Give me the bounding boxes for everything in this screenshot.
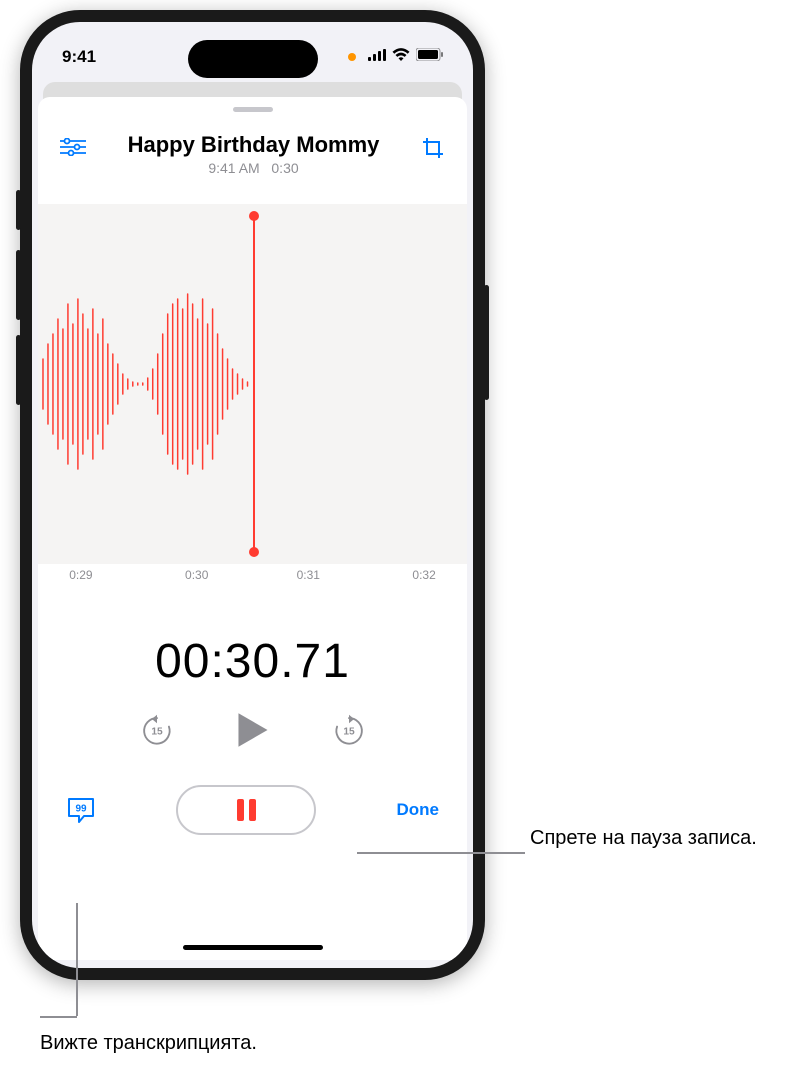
recording-title[interactable]: Happy Birthday Mommy xyxy=(86,132,421,158)
callout-pause: Спрете на пауза записа. xyxy=(530,825,770,852)
svg-text:99: 99 xyxy=(75,804,87,815)
svg-text:15: 15 xyxy=(343,726,355,737)
transcript-icon[interactable]: 99 xyxy=(66,796,96,824)
waveform[interactable] xyxy=(38,204,467,564)
dynamic-island xyxy=(188,40,318,78)
cellular-icon xyxy=(368,48,386,66)
timeline-tick: 0:29 xyxy=(69,568,92,582)
callout-leader-line xyxy=(357,852,525,854)
volume-up-button xyxy=(16,250,21,320)
done-button[interactable]: Done xyxy=(397,800,440,820)
elapsed-timer: 00:30.71 xyxy=(38,634,467,689)
trim-icon[interactable] xyxy=(421,136,445,160)
playhead[interactable] xyxy=(253,216,255,552)
timeline-tick: 0:30 xyxy=(185,568,208,582)
callout-leader-line xyxy=(76,903,78,1016)
volume-down-button xyxy=(16,335,21,405)
pause-icon xyxy=(237,799,256,821)
callout-leader-line xyxy=(40,1016,77,1018)
pause-record-button[interactable] xyxy=(176,785,316,835)
phone-frame: 9:41 xyxy=(20,10,485,980)
drag-handle[interactable] xyxy=(233,107,273,112)
recording-sheet: Happy Birthday Mommy 9:41 AM 0:30 xyxy=(38,97,467,960)
callout-transcript: Вижте транскрипцията. xyxy=(40,1030,440,1057)
play-button[interactable] xyxy=(234,711,272,749)
action-button xyxy=(16,190,21,230)
skip-back-15-button[interactable]: 15 xyxy=(140,713,174,747)
side-button xyxy=(484,285,489,400)
timeline-tick: 0:31 xyxy=(297,568,320,582)
bottom-toolbar: 99 Done xyxy=(38,785,467,835)
status-indicators xyxy=(348,48,443,66)
timeline-ruler: 0:29 0:30 0:31 0:32 xyxy=(38,564,467,604)
sheet-header: Happy Birthday Mommy 9:41 AM 0:30 xyxy=(38,122,467,186)
phone-screen: 9:41 xyxy=(32,22,473,968)
status-time: 9:41 xyxy=(62,47,96,67)
recording-time-label: 9:41 AM xyxy=(208,160,259,176)
options-icon[interactable] xyxy=(60,138,86,156)
header-titles: Happy Birthday Mommy 9:41 AM 0:30 xyxy=(86,132,421,176)
wifi-icon xyxy=(392,48,410,66)
timeline-tick: 0:32 xyxy=(412,568,435,582)
battery-icon xyxy=(416,48,443,66)
recording-subtitle: 9:41 AM 0:30 xyxy=(86,160,421,176)
recording-duration-label: 0:30 xyxy=(271,160,298,176)
playback-controls: 15 15 xyxy=(38,711,467,749)
home-indicator[interactable] xyxy=(183,945,323,950)
skip-forward-15-button[interactable]: 15 xyxy=(332,713,366,747)
svg-text:15: 15 xyxy=(151,726,163,737)
recording-indicator-icon xyxy=(348,53,356,61)
